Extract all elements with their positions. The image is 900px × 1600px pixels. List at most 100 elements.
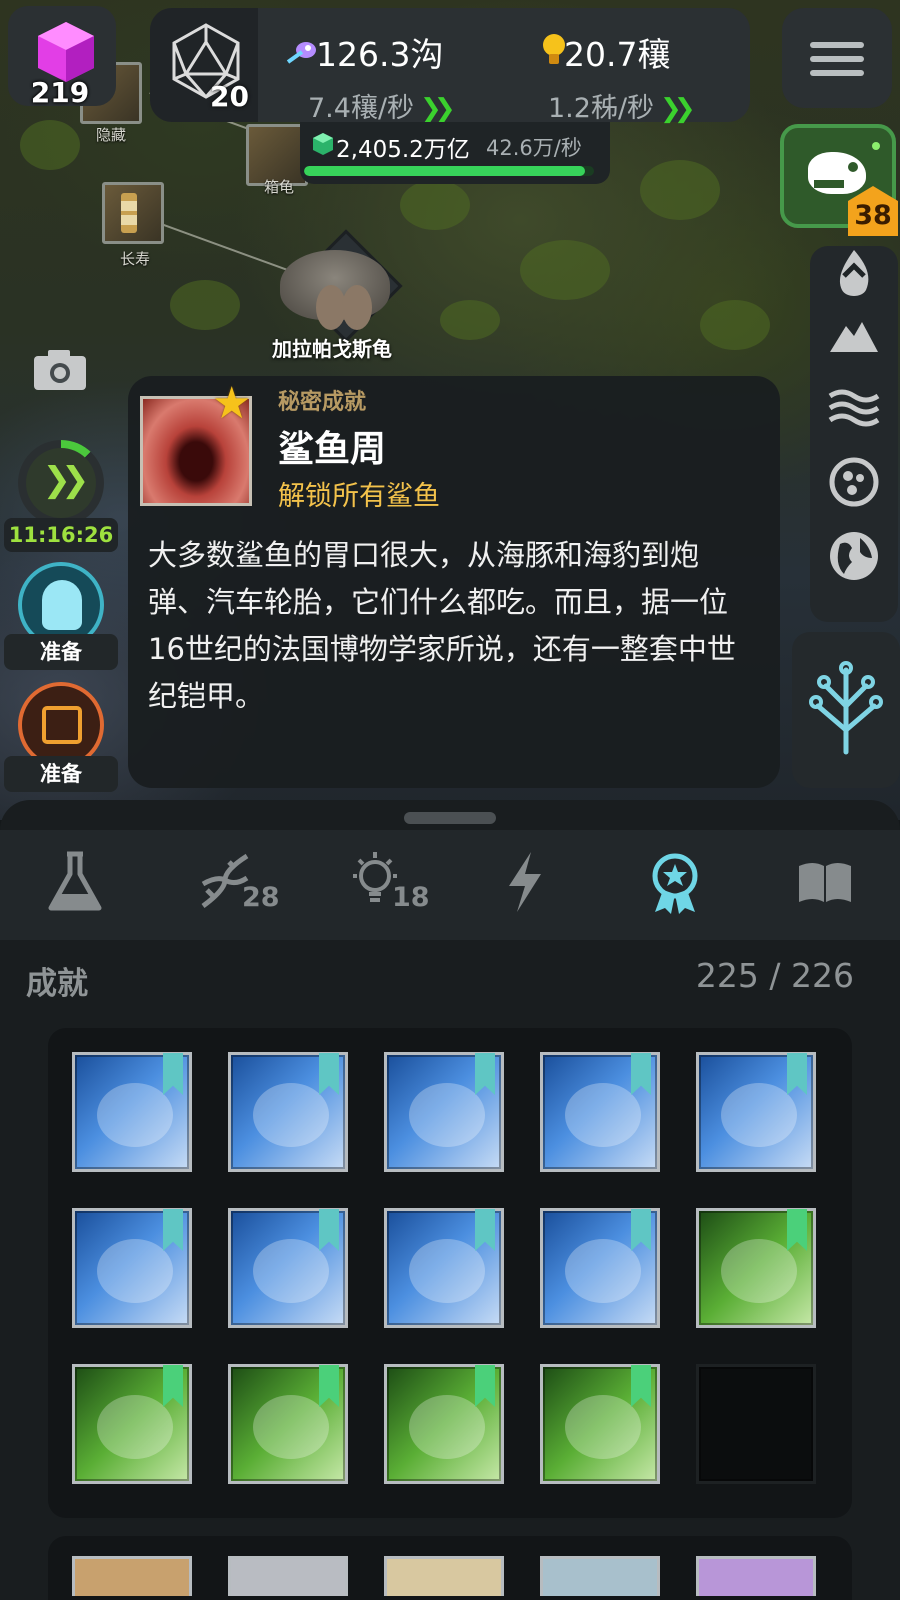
bookmark-ribbon-icon xyxy=(319,1053,339,1095)
layer-selector xyxy=(810,246,898,622)
globe-icon[interactable] xyxy=(826,528,882,584)
bookmark-ribbon-icon xyxy=(787,1053,807,1095)
bookmark-ribbon-icon xyxy=(631,1053,651,1095)
human-face-icon xyxy=(97,1239,173,1303)
tab-encyclopedia[interactable] xyxy=(750,830,900,940)
calendar-ready-label: 准备 xyxy=(4,756,118,792)
achievement-tile-human-face[interactable] xyxy=(72,1208,192,1328)
gem-progress-bar xyxy=(304,166,594,176)
double-chevron-icon: ❯❯ xyxy=(660,94,695,124)
bookmark-ribbon-icon xyxy=(319,1365,339,1407)
map-node-label-longevity: 长寿 xyxy=(120,250,151,268)
d20-level: 20 xyxy=(210,80,249,113)
gem-amount: 2,405.2万亿 xyxy=(336,137,470,163)
dna-rate: 7.4穰/秒 xyxy=(308,93,415,124)
achievement-tile-jellyfish[interactable] xyxy=(228,1052,348,1172)
hamburger-menu-button[interactable] xyxy=(782,8,892,108)
book-icon xyxy=(799,863,851,902)
achievement-tile-partial[interactable] xyxy=(696,1556,816,1596)
camera-icon[interactable] xyxy=(32,346,88,392)
human-head-icon xyxy=(253,1239,329,1303)
flask-icon xyxy=(48,851,102,911)
achievement-tile-partial[interactable] xyxy=(384,1556,504,1596)
marker-label: 加拉帕戈斯龟 xyxy=(272,337,392,361)
galapagos-turtle-marker[interactable] xyxy=(280,229,403,343)
double-chevron-icon: ❯❯ xyxy=(420,94,455,124)
resource-panel: 20 126.3沟 7.4穰/秒 ❯❯ 20.7穰 1.2秭/秒 ❯❯ xyxy=(150,8,750,124)
tab-ideas-badge: 18 xyxy=(392,882,430,913)
drawer-drag-handle[interactable] xyxy=(404,812,496,824)
achievement-tile-locked[interactable] xyxy=(696,1364,816,1484)
hourglass-node[interactable] xyxy=(102,182,164,244)
game-screen: 隐藏 箱龟 长寿 加拉帕戈斯龟 219 20 126.3沟 7.4穰/秒 ❯❯ … xyxy=(0,0,900,1600)
ideas-amount: 20.7穰 xyxy=(564,35,671,74)
achievement-tile-bird[interactable] xyxy=(540,1364,660,1484)
hamburger-icon xyxy=(810,42,864,48)
achievement-requirement: 解锁所有鲨鱼 xyxy=(278,481,440,512)
bookmark-ribbon-icon xyxy=(475,1209,495,1251)
bookmark-ribbon-icon xyxy=(631,1365,651,1407)
cube-count: 219 xyxy=(30,76,90,109)
t-rex-icon xyxy=(253,1395,329,1459)
bookmark-ribbon-icon xyxy=(631,1209,651,1251)
achievement-description: 大多数鲨鱼的胃口很大，从海豚和海豹到炮弹、汽车轮胎，它们什么都吃。而且，据一位1… xyxy=(148,538,736,713)
gem-rate: 42.6万/秒 xyxy=(486,136,582,160)
bird-icon xyxy=(565,1395,641,1459)
achievement-medal-icon xyxy=(652,853,698,914)
cube-currency-button[interactable]: 219 xyxy=(8,6,116,109)
achievement-grid-next xyxy=(48,1536,852,1600)
dna-helix-icon xyxy=(97,1083,173,1147)
tab-power[interactable] xyxy=(450,830,600,940)
achievement-tile-marine-reptile[interactable] xyxy=(384,1052,504,1172)
ghost-icon xyxy=(42,580,82,630)
achievement-tile-crocodile[interactable] xyxy=(384,1364,504,1484)
tab-research[interactable] xyxy=(0,830,150,940)
tab-ideas[interactable]: 18 xyxy=(300,830,450,940)
achievement-tile-early-humans[interactable] xyxy=(696,1052,816,1172)
achievement-tile-partial[interactable] xyxy=(540,1556,660,1596)
achievement-tile-t-rex[interactable] xyxy=(228,1364,348,1484)
ideas-rate: 1.2秭/秒 xyxy=(548,93,655,124)
tab-bar: 28 18 xyxy=(0,830,900,940)
dinosaur-skull-icon xyxy=(721,1239,797,1303)
meteor-icon xyxy=(97,1395,173,1459)
achievement-tile-rock[interactable] xyxy=(540,1052,660,1172)
tab-achievements[interactable] xyxy=(600,830,750,940)
cell-icon[interactable] xyxy=(826,454,882,510)
achievement-category: 秘密成就 xyxy=(278,390,367,415)
achievement-tile-meteor[interactable] xyxy=(72,1364,192,1484)
turtle-leg xyxy=(342,285,372,330)
achievement-tile-partial[interactable] xyxy=(72,1556,192,1596)
map-node-label-box-turtle: 箱龟 xyxy=(264,178,295,196)
mountain-icon[interactable] xyxy=(826,308,882,364)
star-icon: ★ xyxy=(212,378,252,429)
hamburger-icon xyxy=(810,70,864,76)
achievement-tile-partial[interactable] xyxy=(228,1556,348,1596)
skill-tree-button[interactable] xyxy=(792,632,900,788)
achievement-tooltip[interactable]: ★ 秘密成就 鲨鱼周 解锁所有鲨鱼 大多数鲨鱼的胃口很大，从海豚和海豹到炮弹、汽… xyxy=(128,376,780,788)
tree-branch-icon xyxy=(809,661,883,755)
gem-icon xyxy=(313,133,333,155)
achievement-title: 鲨鱼周 xyxy=(278,429,387,470)
achievement-tile-dna-helix[interactable] xyxy=(72,1052,192,1172)
waves-icon[interactable] xyxy=(826,380,882,436)
achievement-tile-orb[interactable] xyxy=(384,1208,504,1328)
lions-icon xyxy=(565,1239,641,1303)
bookmark-ribbon-icon xyxy=(475,1365,495,1407)
speed-boost-button[interactable]: ❯❯ xyxy=(18,440,104,526)
lightning-icon xyxy=(509,852,541,912)
dna-amount: 126.3沟 xyxy=(316,35,444,74)
d20-button[interactable]: 20 xyxy=(150,8,258,122)
bookmark-ribbon-icon xyxy=(787,1209,807,1251)
achievement-grid xyxy=(48,1028,852,1518)
tab-dna[interactable]: 28 xyxy=(150,830,300,940)
crocodile-icon xyxy=(409,1395,485,1459)
achievement-tile-human-head[interactable] xyxy=(228,1208,348,1328)
tab-dna-badge: 28 xyxy=(242,882,280,913)
bookmark-ribbon-icon xyxy=(475,1053,495,1095)
gem-panel[interactable]: 2,405.2万亿 42.6万/秒 xyxy=(300,122,610,184)
fire-collapse-icon[interactable] xyxy=(826,246,882,302)
achievement-tile-lions[interactable] xyxy=(540,1208,660,1328)
hamburger-icon xyxy=(810,56,864,62)
achievement-tile-dinosaur-skull[interactable] xyxy=(696,1208,816,1328)
